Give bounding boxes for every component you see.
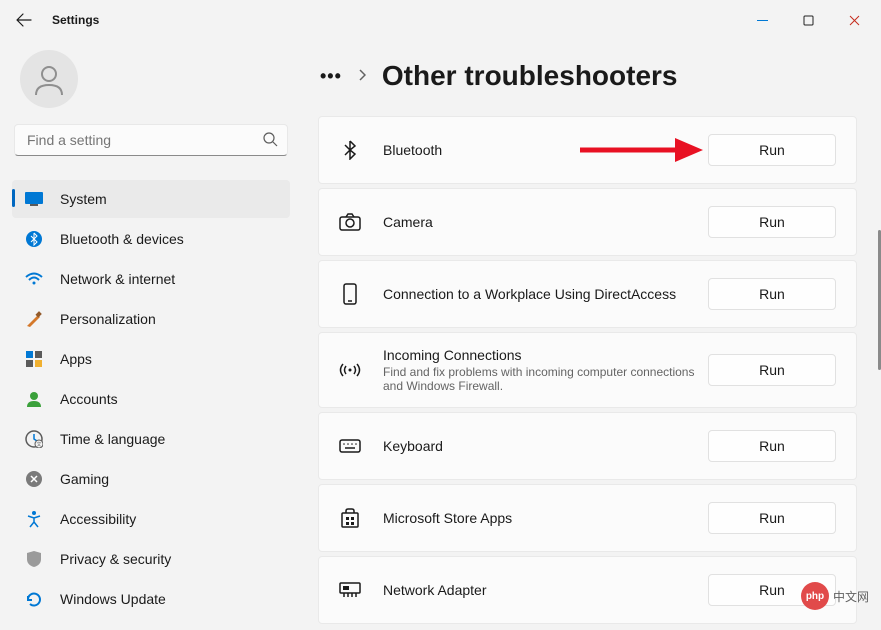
sidebar-item-label: Privacy & security [60,551,171,567]
troubleshooter-store-apps: Microsoft Store Apps Run [318,484,857,552]
troubleshooter-bluetooth: Bluetooth Run [318,116,857,184]
troubleshooter-title: Network Adapter [383,582,708,598]
watermark-text: 中文网 [833,588,869,605]
user-avatar[interactable] [20,50,78,108]
search-input[interactable] [14,124,288,156]
run-button[interactable]: Run [708,278,836,310]
gaming-icon [24,469,44,489]
sidebar-nav: System Bluetooth & devices Network & int… [12,180,290,620]
svg-text:文: 文 [36,441,41,448]
page-title: Other troubleshooters [382,60,678,92]
watermark-badge: php [801,582,829,610]
back-arrow-icon [16,12,32,28]
main-content: ••• Other troubleshooters Bluetooth Run … [302,40,881,630]
breadcrumb: ••• Other troubleshooters [320,60,857,92]
troubleshooter-title: Bluetooth [383,142,708,158]
breadcrumb-more-button[interactable]: ••• [320,66,342,87]
minimize-button[interactable] [739,4,785,36]
sidebar-item-time-language[interactable]: 文 Time & language [12,420,290,458]
sidebar-item-label: Accessibility [60,511,136,527]
sidebar-item-accessibility[interactable]: Accessibility [12,500,290,538]
sidebar: System Bluetooth & devices Network & int… [0,40,302,630]
bluetooth-icon [24,229,44,249]
back-button[interactable] [4,2,44,38]
close-button[interactable] [831,4,877,36]
sidebar-item-bluetooth[interactable]: Bluetooth & devices [12,220,290,258]
troubleshooter-title: Camera [383,214,708,230]
sidebar-item-personalization[interactable]: Personalization [12,300,290,338]
troubleshooters-list: Bluetooth Run Camera Run Connection to a… [318,116,857,624]
sidebar-item-label: Gaming [60,471,109,487]
troubleshooter-title: Microsoft Store Apps [383,510,708,526]
watermark: php 中文网 [801,582,869,610]
store-icon [339,507,361,529]
wifi-icon [24,269,44,289]
shield-icon [24,549,44,569]
troubleshooter-network-adapter: Network Adapter Run [318,556,857,624]
troubleshooter-title: Keyboard [383,438,708,454]
sidebar-item-network[interactable]: Network & internet [12,260,290,298]
maximize-button[interactable] [785,4,831,36]
sidebar-item-system[interactable]: System [12,180,290,218]
sidebar-item-windows-update[interactable]: Windows Update [12,580,290,618]
sidebar-item-label: Personalization [60,311,156,327]
troubleshooter-title: Connection to a Workplace Using DirectAc… [383,286,708,302]
window-title: Settings [52,13,99,27]
troubleshooter-description: Find and fix problems with incoming comp… [383,365,708,393]
sidebar-item-label: Time & language [60,431,165,447]
troubleshooter-title: Incoming Connections [383,347,708,363]
sidebar-item-label: Bluetooth & devices [60,231,184,247]
sidebar-item-label: Network & internet [60,271,175,287]
run-button[interactable]: Run [708,134,836,166]
sidebar-item-label: Apps [60,351,92,367]
accessibility-icon [24,509,44,529]
run-button[interactable]: Run [708,502,836,534]
scrollbar[interactable] [875,40,881,600]
accounts-icon [24,389,44,409]
sidebar-item-privacy[interactable]: Privacy & security [12,540,290,578]
phone-icon [339,283,361,305]
troubleshooter-keyboard: Keyboard Run [318,412,857,480]
run-button[interactable]: Run [708,206,836,238]
broadcast-icon [339,359,361,381]
troubleshooter-camera: Camera Run [318,188,857,256]
adapter-icon [339,579,361,601]
sidebar-item-label: Windows Update [60,591,166,607]
sidebar-item-label: Accounts [60,391,118,407]
chevron-right-icon [358,68,366,84]
system-icon [24,189,44,209]
sidebar-item-gaming[interactable]: Gaming [12,460,290,498]
search-box[interactable] [14,124,288,156]
person-icon [31,61,67,97]
search-icon [263,132,278,152]
troubleshooter-incoming-connections: Incoming Connections Find and fix proble… [318,332,857,408]
run-button[interactable]: Run [708,354,836,386]
titlebar: Settings [0,0,881,40]
camera-icon [339,211,361,233]
run-button[interactable]: Run [708,430,836,462]
sidebar-item-apps[interactable]: Apps [12,340,290,378]
update-icon [24,589,44,609]
clock-icon: 文 [24,429,44,449]
keyboard-icon [339,435,361,457]
troubleshooter-directaccess: Connection to a Workplace Using DirectAc… [318,260,857,328]
bluetooth-icon [339,139,361,161]
sidebar-item-label: System [60,191,107,207]
brush-icon [24,309,44,329]
sidebar-item-accounts[interactable]: Accounts [12,380,290,418]
apps-icon [24,349,44,369]
